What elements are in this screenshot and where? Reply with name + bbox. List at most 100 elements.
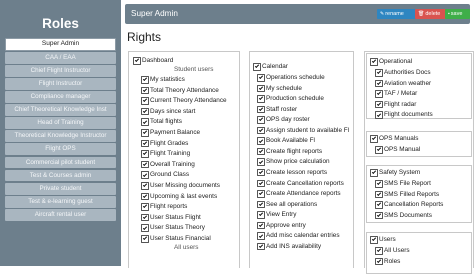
days-since-start-checkbox[interactable] xyxy=(141,107,149,116)
ops-manuals-checkbox[interactable] xyxy=(370,135,378,143)
role-item-private-student[interactable]: Private student xyxy=(5,182,116,195)
role-item-aircraft-rental-user[interactable]: Aircraft rental user xyxy=(5,208,116,221)
ground-class-label: Ground Class xyxy=(150,171,190,179)
ops-day-roster-checkbox[interactable] xyxy=(257,116,265,124)
total-flights-label: Total flights xyxy=(150,118,182,126)
save-button-label: save xyxy=(450,11,463,17)
flight-grades-checkbox[interactable] xyxy=(141,139,149,148)
role-list: Super Admin CAA / EAA Chief Flight Instruc… xyxy=(5,38,116,222)
disk-icon: ▪ xyxy=(448,11,450,17)
see-all-operations-label: See all operations xyxy=(266,200,318,208)
ground-class-checkbox[interactable] xyxy=(141,171,149,179)
dashboard-checkbox[interactable] xyxy=(133,57,141,65)
sms-filled-reports-checkbox[interactable] xyxy=(375,190,383,198)
overall-training-label: Overall Training xyxy=(150,160,195,168)
role-header-bar: Super Admin ✎rename 🗑delete ▪save xyxy=(125,4,470,24)
my-schedule-label: My schedule xyxy=(266,84,302,92)
create-lesson-reports-checkbox[interactable] xyxy=(257,168,265,177)
dashboard-rights-panel: Dashboard Student users My statistics Total… xyxy=(128,51,240,268)
create-flight-reports-checkbox[interactable] xyxy=(257,147,265,156)
flight-documents-label: Flight documents xyxy=(384,111,433,119)
total-theory-attendance-label: Total Theory Attendance xyxy=(150,86,219,94)
ops-manuals-group: OPS Manuals OPS Manual xyxy=(366,131,472,157)
user-status-flight-checkbox[interactable] xyxy=(141,213,149,222)
role-item-flight-instructor[interactable]: Flight Instructor xyxy=(5,77,116,90)
role-item-chief-theoretical-knowledge-inst[interactable]: Chief Theoretical Knowledge Inst xyxy=(5,104,116,116)
upcoming-last-events-label: Upcoming & last events xyxy=(150,192,218,200)
show-price-calculation-checkbox[interactable] xyxy=(257,158,265,166)
sms-filled-reports-label: SMS Filled Reports xyxy=(384,190,440,198)
user-status-flight-label: User Status Flight xyxy=(150,213,201,221)
create-attendance-reports-checkbox[interactable] xyxy=(257,190,265,198)
overall-training-checkbox[interactable] xyxy=(141,160,149,169)
sms-documents-checkbox[interactable] xyxy=(375,211,383,219)
production-schedule-label: Production schedule xyxy=(266,95,324,103)
role-item-head-of-training[interactable]: Head of Training xyxy=(5,117,116,130)
safety-system-checkbox[interactable] xyxy=(370,169,378,177)
operational-checkbox[interactable] xyxy=(370,58,378,66)
role-item-caa-eaa[interactable]: CAA / EAA xyxy=(5,51,116,64)
all-users-checkbox[interactable] xyxy=(375,247,383,255)
role-item-test-e-learning-guest[interactable]: Test & e-learning guest xyxy=(5,195,116,208)
flight-grades-label: Flight Grades xyxy=(150,139,189,147)
flight-training-checkbox[interactable] xyxy=(141,150,149,158)
aviation-weather-label: Aviation weather xyxy=(384,79,432,87)
create-cancellation-reports-checkbox[interactable] xyxy=(257,179,265,187)
rename-button[interactable]: ✎rename xyxy=(377,9,417,19)
create-flight-reports-label: Create flight reports xyxy=(266,147,323,155)
user-status-theory-checkbox[interactable] xyxy=(141,224,149,232)
ops-manual-checkbox[interactable] xyxy=(375,146,383,154)
payment-balance-checkbox[interactable] xyxy=(141,129,149,137)
staff-roster-checkbox[interactable] xyxy=(257,105,265,114)
production-schedule-checkbox[interactable] xyxy=(257,95,265,103)
sms-file-report-checkbox[interactable] xyxy=(375,180,383,188)
rights-heading: Rights xyxy=(127,30,162,44)
flight-documents-checkbox[interactable] xyxy=(375,111,383,119)
upcoming-last-events-checkbox[interactable] xyxy=(141,192,149,201)
role-item-chief-flight-instructor[interactable]: Chief Flight Instructor xyxy=(5,64,116,77)
flight-radar-checkbox[interactable] xyxy=(375,100,383,109)
aviation-weather-checkbox[interactable] xyxy=(375,79,383,88)
roles-checkbox[interactable] xyxy=(375,257,383,266)
users-checkbox[interactable] xyxy=(370,236,378,244)
delete-button-label: delete xyxy=(425,11,441,17)
add-misc-calendar-entries-checkbox[interactable] xyxy=(257,232,265,240)
operational-label: Operational xyxy=(379,58,413,65)
total-flights-checkbox[interactable] xyxy=(141,118,149,126)
add-ins-availability-checkbox[interactable] xyxy=(257,242,265,251)
sms-file-report-label: SMS File Report xyxy=(384,180,431,187)
role-item-theoretical-knowledge-instructor[interactable]: Theoretical Knowledge Instructor xyxy=(5,130,116,143)
total-theory-attendance-checkbox[interactable] xyxy=(141,86,149,95)
approve-entry-checkbox[interactable] xyxy=(257,221,265,230)
role-item-compliance-manager[interactable]: Compliance manager xyxy=(5,91,116,103)
book-available-fl-checkbox[interactable] xyxy=(257,137,265,145)
role-item-super-admin[interactable]: Super Admin xyxy=(5,38,116,51)
current-theory-attendance-checkbox[interactable] xyxy=(141,97,149,105)
operations-schedule-checkbox[interactable] xyxy=(257,74,265,82)
role-item-flight-ops[interactable]: Flight OPS xyxy=(5,143,116,156)
authorities-docs-checkbox[interactable] xyxy=(375,69,383,77)
my-schedule-checkbox[interactable] xyxy=(257,84,265,93)
view-entry-checkbox[interactable] xyxy=(257,211,265,219)
user-status-financial-checkbox[interactable] xyxy=(141,235,149,243)
save-button[interactable]: ▪save xyxy=(445,9,470,19)
user-missing-documents-label: User Missing documents xyxy=(150,182,220,189)
add-misc-calendar-entries-label: Add misc calendar entries xyxy=(266,232,340,240)
taf-metar-checkbox[interactable] xyxy=(375,90,383,98)
ops-day-roster-label: OPS day roster xyxy=(266,116,310,124)
flight-reports-checkbox[interactable] xyxy=(141,203,149,211)
delete-button[interactable]: 🗑delete xyxy=(415,9,447,19)
edit-icon: ✎ xyxy=(380,11,385,17)
flight-radar-label: Flight radar xyxy=(384,100,417,108)
approve-entry-label: Approve entry xyxy=(266,221,306,229)
assign-student-to-available-fl-label: Assign student to available Fl xyxy=(266,126,350,134)
assign-student-to-available-fl-checkbox[interactable] xyxy=(257,126,265,135)
roles-label: Roles xyxy=(384,257,401,265)
my-statistics-checkbox[interactable] xyxy=(141,76,149,84)
calendar-checkbox[interactable] xyxy=(253,63,261,71)
user-missing-documents-checkbox[interactable] xyxy=(141,182,149,190)
role-item-commercial-pilot-student[interactable]: Commercial pilot student xyxy=(5,156,116,169)
cancellation-reports-checkbox[interactable] xyxy=(375,201,383,209)
role-item-test-courses-admin[interactable]: Test & Courses admin xyxy=(5,169,116,182)
see-all-operations-checkbox[interactable] xyxy=(257,200,265,209)
